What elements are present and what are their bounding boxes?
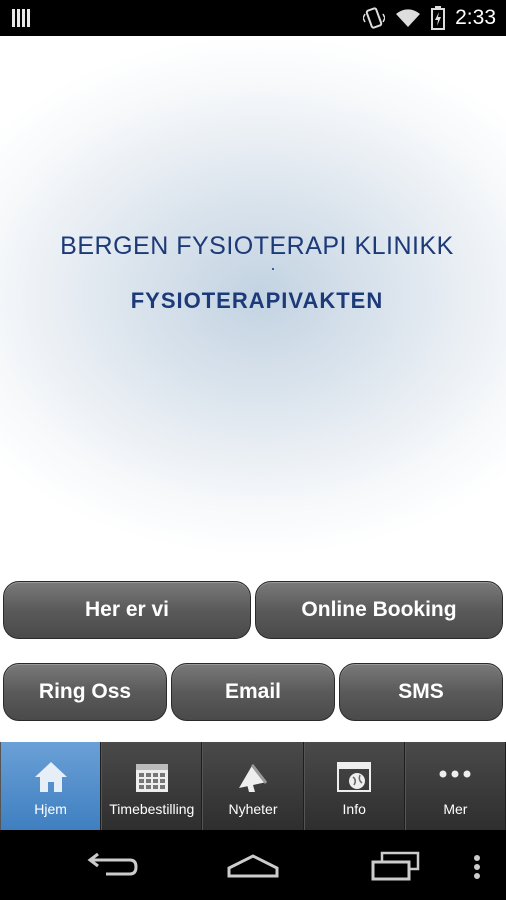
battery-icon: [431, 6, 446, 30]
overflow-menu-icon[interactable]: [472, 854, 482, 880]
ring-oss-button[interactable]: Ring Oss: [3, 663, 167, 721]
vibrate-icon: [363, 7, 386, 29]
tab-nyheter[interactable]: Nyheter: [202, 742, 304, 830]
tab-label: Info: [342, 801, 366, 817]
tab-bar: Hjem Timebestilling Nyheter Info Mer: [0, 742, 506, 830]
info-window-icon: [337, 762, 372, 792]
email-button[interactable]: Email: [171, 663, 335, 721]
tab-label: Timebestilling: [109, 801, 195, 817]
status-bar: 2:33: [0, 0, 506, 36]
clock: 2:33: [455, 6, 496, 29]
sms-button[interactable]: SMS: [339, 663, 503, 721]
notification-icon: [12, 9, 34, 27]
tab-hjem[interactable]: Hjem: [0, 742, 102, 830]
calendar-icon: [135, 764, 168, 792]
home-icon: [34, 762, 67, 792]
more-icon: [439, 770, 471, 778]
clinic-name: BERGEN FYSIOTERAPI KLINIKK: [60, 232, 454, 260]
her-er-vi-button[interactable]: Her er vi: [3, 581, 251, 639]
home-nav-icon[interactable]: [226, 852, 280, 880]
tab-label: Hjem: [34, 801, 67, 817]
recents-icon[interactable]: [370, 850, 422, 882]
tab-mer[interactable]: Mer: [404, 742, 506, 830]
megaphone-icon: [239, 764, 267, 792]
logo-dot: [272, 268, 274, 270]
tab-info[interactable]: Info: [303, 742, 405, 830]
tab-timebestilling[interactable]: Timebestilling: [101, 742, 203, 830]
online-booking-button[interactable]: Online Booking: [255, 581, 503, 639]
system-nav-bar: [0, 830, 506, 900]
wifi-icon: [396, 9, 421, 27]
tab-label: Mer: [443, 801, 468, 817]
back-icon[interactable]: [86, 852, 138, 880]
clinic-subtitle: FYSIOTERAPIVAKTEN: [130, 288, 384, 313]
tab-label: Nyheter: [228, 801, 278, 817]
